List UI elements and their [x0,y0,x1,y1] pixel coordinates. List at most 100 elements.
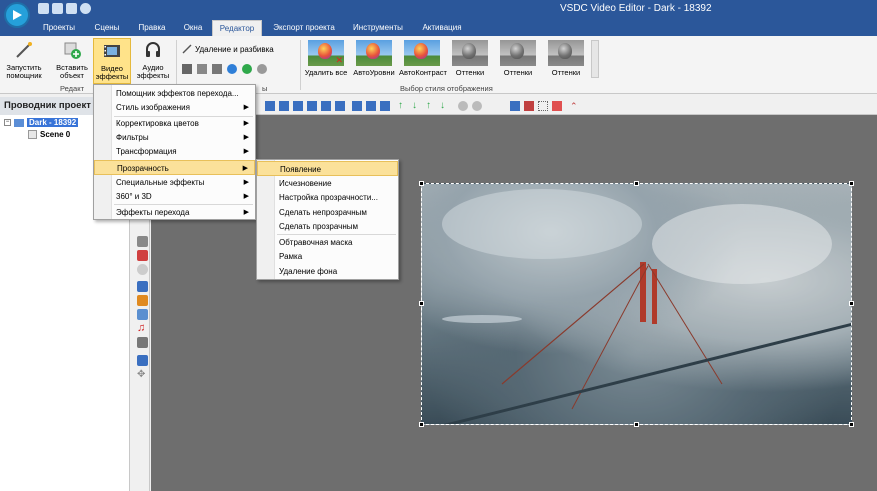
distribute-v-icon[interactable] [366,101,376,111]
resize-handle-tl[interactable] [419,181,424,186]
video-tool-icon[interactable] [137,337,148,348]
style-gallery-scroll[interactable] [591,40,599,78]
submenu-item-fade-out[interactable]: Исчезновение [257,176,398,191]
launch-label-2: помощник [6,71,42,80]
group-icon[interactable] [458,101,468,111]
extra-tool-icon[interactable] [257,64,267,74]
tab-editor[interactable]: Редактор [212,20,262,36]
menu-item-label: Прозрачность [117,164,169,173]
frame-icon[interactable] [538,101,548,111]
move-up-icon[interactable]: ↑ [398,101,408,111]
submenu-item-clipping-mask[interactable]: Обтравочная маска [257,235,398,250]
style-remove-all[interactable]: ✕ Удалить все [303,40,349,80]
style-grayscale-1[interactable]: Оттенки [447,40,493,80]
new-file-icon[interactable] [38,3,49,14]
balloon-thumbnail-icon [452,40,488,66]
grid-tool-icon[interactable] [137,250,148,261]
submenu-arrow-icon: ▶ [243,134,249,141]
spectrum-tool-icon[interactable] [137,355,148,366]
title-bar: VSDC Video Editor - Dark - 18392 [0,0,877,28]
align-middle-icon[interactable] [321,101,331,111]
tab-export[interactable]: Экспорт проекта [266,20,342,36]
audio-tool-icon[interactable]: ♫ [137,323,148,334]
bring-front-icon[interactable]: ↑ [426,101,436,111]
tab-tools[interactable]: Инструменты [346,20,410,36]
sprite-tool-icon[interactable] [137,295,148,306]
same-size-icon[interactable] [380,101,390,111]
draw-tool-icon[interactable]: ⌃ [570,101,580,111]
launch-wizard-button[interactable]: Запустить помощник [3,38,45,80]
resize-handle-bl[interactable] [419,422,424,427]
menu-item-image-style[interactable]: Стиль изображения ▶ [94,100,255,115]
tab-scenes[interactable]: Сцены [86,20,128,36]
chart-tool-icon[interactable] [137,281,148,292]
marker-icon[interactable] [552,101,562,111]
menu-item-filters[interactable]: Фильтры ▶ [94,130,255,145]
save-all-icon[interactable] [66,3,77,14]
menu-item-transitions[interactable]: Эффекты перехода ▶ [94,205,255,220]
submenu-item-fade-in[interactable]: Появление [257,161,398,176]
align-top-icon[interactable] [307,101,317,111]
menu-item-label: Рамка [279,252,303,261]
style-auto-levels[interactable]: АвтоУровни [351,40,397,80]
collapse-icon[interactable]: − [4,119,11,126]
color-tool-icon[interactable] [227,64,237,74]
menu-item-color-correction[interactable]: Корректировка цветов ▶ [94,116,255,131]
balloon-thumbnail-icon [548,40,584,66]
move-down-icon[interactable]: ↓ [412,101,422,111]
menu-item-label: Появление [280,165,322,174]
resize-handle-br[interactable] [849,422,854,427]
menu-item-360-3d[interactable]: 360° и 3D ▶ [94,189,255,204]
balloon-thumbnail-icon: ✕ [308,40,344,66]
audio-effects-button[interactable]: Аудио эффекты [134,38,172,80]
snap-icon[interactable] [524,101,534,111]
tree-item-scene[interactable]: Scene 0 [28,130,70,139]
style-grayscale-3[interactable]: Оттенки [543,40,589,80]
submenu-item-make-transparent[interactable]: Сделать прозрачным [257,219,398,234]
text-tool-icon[interactable] [137,236,148,247]
ribbon-divider [176,40,177,90]
shape-tool-icon[interactable] [137,264,148,275]
tab-activation[interactable]: Активация [414,20,470,36]
video-preview[interactable] [421,183,852,425]
move-tool-icon[interactable]: ✥ [137,369,148,380]
resize-handle-b[interactable] [634,422,639,427]
ungroup-icon[interactable] [472,101,482,111]
submenu-item-make-opaque[interactable]: Сделать непрозрачным [257,205,398,220]
save-icon[interactable] [52,3,63,14]
app-logo-icon[interactable] [4,2,30,28]
menu-item-transparency[interactable]: Прозрачность ▶ [94,160,255,175]
tab-projects[interactable]: Проекты [36,20,82,36]
resize-handle-tr[interactable] [849,181,854,186]
insert-object-button[interactable]: Вставить объект [55,38,89,80]
align-right-icon[interactable] [293,101,303,111]
menu-item-special-effects[interactable]: Специальные эффекты ▶ [94,175,255,190]
rotate-tool-icon[interactable] [212,64,222,74]
green-tool-icon[interactable] [242,64,252,74]
resize-handle-t[interactable] [634,181,639,186]
align-left-icon[interactable] [265,101,275,111]
style-auto-contrast[interactable]: АвтоКонтраст [399,40,447,80]
resize-handle-l[interactable] [419,301,424,306]
distribute-h-icon[interactable] [352,101,362,111]
submenu-item-frame[interactable]: Рамка [257,249,398,264]
cut-tool-icon[interactable] [182,64,192,74]
menu-item-transform[interactable]: Трансформация ▶ [94,144,255,159]
tree-item-project[interactable]: − Dark - 18392 [4,118,79,127]
menu-item-transition-wizard[interactable]: Помощник эффектов перехода... [94,86,255,101]
settings-icon[interactable] [80,3,91,14]
resize-handle-r[interactable] [849,301,854,306]
submenu-item-transparency-settings[interactable]: Настройка прозрачности... [257,190,398,205]
grid-icon[interactable] [510,101,520,111]
crop-tool-icon[interactable] [197,64,207,74]
image-tool-icon[interactable] [137,309,148,320]
style-grayscale-2[interactable]: Оттенки [495,40,541,80]
send-back-icon[interactable]: ↓ [440,101,450,111]
align-bottom-icon[interactable] [335,101,345,111]
align-center-icon[interactable] [279,101,289,111]
tab-windows[interactable]: Окна [176,20,210,36]
submenu-item-remove-background[interactable]: Удаление фона [257,264,398,279]
tab-edit[interactable]: Правка [132,20,172,36]
video-effects-button[interactable]: Видео эффекты [93,38,131,84]
delete-split-button[interactable]: Удаление и разбивка [182,44,274,54]
